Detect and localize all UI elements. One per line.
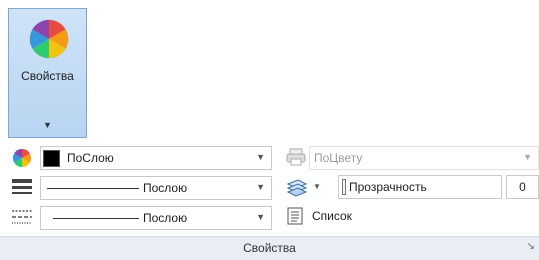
chevron-down-icon: ▼ [313,182,321,191]
chevron-down-icon: ▼ [256,152,265,162]
chevron-down-icon: ▼ [256,212,265,222]
color-value: ПоСлою [67,151,114,165]
list-button[interactable]: Список [284,205,384,227]
list-label: Список [312,209,352,223]
linetype-value: Послою [143,211,188,225]
dialog-launcher-icon[interactable]: ↘ [527,241,535,252]
transparency-slider[interactable]: Прозрачность [338,175,502,199]
lineweight-combo[interactable]: Послою ▼ [40,176,272,200]
linetype-icon [12,210,32,224]
transparency-icon [286,179,308,197]
list-icon [287,207,303,225]
transparency-value-field[interactable]: 0 [506,175,539,199]
lineweight-value: Послою [143,181,188,195]
panel-footer: Свойства ↘ [0,236,539,260]
chevron-down-icon: ▼ [43,120,52,130]
transparency-dropdown[interactable]: ▼ [284,176,328,200]
slider-thumb[interactable] [342,179,346,195]
line-preview [47,188,139,189]
color-swatch [43,150,60,167]
plot-style-value: ПоЦвету [314,151,363,165]
color-wheel-icon [29,19,69,59]
lineweight-icon [12,179,32,194]
chevron-down-icon: ▼ [523,152,532,162]
color-combo[interactable]: ПоСлою ▼ [40,146,272,170]
panel-title: Свойства [243,241,296,255]
transparency-label: Прозрачность [349,180,427,194]
plot-style-icon [286,148,306,166]
linetype-combo[interactable]: Послою ▼ [40,206,272,230]
properties-button[interactable]: Свойства ▼ [8,8,87,138]
properties-button-label: Свойства [21,69,74,83]
color-wheel-icon [12,149,32,167]
plot-style-combo[interactable]: ПоЦвету ▼ [309,146,539,170]
chevron-down-icon: ▼ [256,182,265,192]
line-preview [53,218,139,219]
